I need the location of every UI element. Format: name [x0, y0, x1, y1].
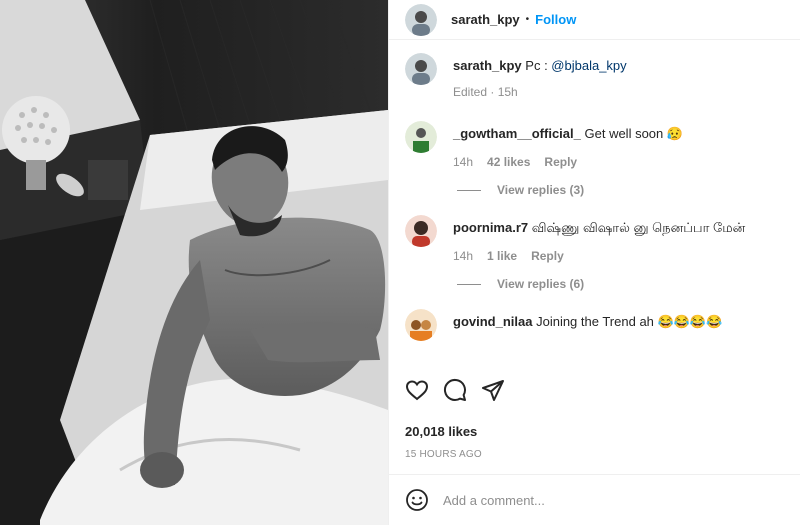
comments-list[interactable]: sarath_kpy Pc : @bjbala_kpy Edited · 15h… [389, 53, 800, 366]
caption: sarath_kpy Pc : @bjbala_kpy Edited · 15h [389, 53, 800, 99]
post-timestamp[interactable]: 15 HOURS AGO [405, 449, 482, 460]
comment-icon[interactable] [443, 378, 467, 402]
replies-divider [457, 189, 481, 191]
comment-item: govind_nilaa Joining the Trend ah 😂😂😂😂 [389, 309, 800, 341]
comment-likes[interactable]: 42 likes [487, 155, 530, 169]
action-bar [405, 378, 505, 402]
comment-time: 14h [453, 249, 474, 263]
add-comment-bar [389, 474, 800, 525]
caption-avatar[interactable] [405, 53, 437, 85]
post-side-panel: sarath_kpy • Follow sarath_kpy Pc : @bjb… [388, 0, 800, 525]
emoji-icon[interactable] [405, 488, 429, 512]
share-icon[interactable] [481, 378, 505, 402]
comment-time: 14h [453, 155, 474, 169]
comment-body: விஷ்ணு விஷால் னு நெனப்பா மேன் [531, 220, 746, 235]
commenter-avatar[interactable] [405, 215, 437, 247]
follow-button[interactable]: Follow [535, 12, 576, 27]
view-replies-label: View replies (6) [497, 277, 585, 291]
view-replies-button[interactable]: View replies (6) [457, 277, 800, 291]
separator-dot: • [525, 14, 530, 25]
caption-meta: Edited · 15h [453, 85, 784, 99]
comment-text: _gowtham__official_ Get well soon 😥 [453, 125, 784, 143]
comment-username[interactable]: _gowtham__official_ [453, 126, 581, 141]
comment-likes[interactable]: 1 like [487, 249, 517, 263]
post-header: sarath_kpy • Follow [389, 0, 800, 40]
likes-count[interactable]: 20,018 likes [405, 424, 477, 439]
replies-divider [457, 283, 481, 285]
comment-text: poornima.r7 விஷ்ணு விஷால் னு நெனப்பா மேன… [453, 219, 784, 237]
caption-username[interactable]: sarath_kpy [453, 58, 522, 73]
view-replies-label: View replies (3) [497, 183, 585, 197]
caption-text: sarath_kpy Pc : @bjbala_kpy [453, 57, 784, 75]
heart-icon[interactable] [405, 378, 429, 402]
view-replies-button[interactable]: View replies (3) [457, 183, 800, 197]
comment-meta: 14h 1 like Reply [453, 249, 784, 263]
comment-body: Joining the Trend ah 😂😂😂😂 [536, 314, 723, 329]
comment-username[interactable]: poornima.r7 [453, 220, 528, 235]
comment-item: _gowtham__official_ Get well soon 😥 14h … [389, 121, 800, 169]
comment-meta: 14h 42 likes Reply [453, 155, 784, 169]
caption-mention[interactable]: @bjbala_kpy [551, 58, 626, 73]
add-comment-input[interactable] [443, 492, 743, 508]
commenter-avatar[interactable] [405, 121, 437, 153]
post-image [0, 0, 388, 525]
reply-button[interactable]: Reply [531, 249, 564, 263]
author-username[interactable]: sarath_kpy [451, 12, 520, 27]
commenter-avatar[interactable] [405, 309, 437, 341]
caption-prefix: Pc : [525, 58, 552, 73]
comment-item: poornima.r7 விஷ்ணு விஷால் னு நெனப்பா மேன… [389, 215, 800, 263]
comment-username[interactable]: govind_nilaa [453, 314, 532, 329]
caption-edited-time: Edited · 15h [453, 85, 518, 99]
reply-button[interactable]: Reply [544, 155, 577, 169]
author-avatar[interactable] [405, 3, 437, 36]
comment-body: Get well soon 😥 [584, 126, 684, 141]
post-photo[interactable] [0, 0, 388, 525]
comment-text: govind_nilaa Joining the Trend ah 😂😂😂😂 [453, 313, 784, 331]
